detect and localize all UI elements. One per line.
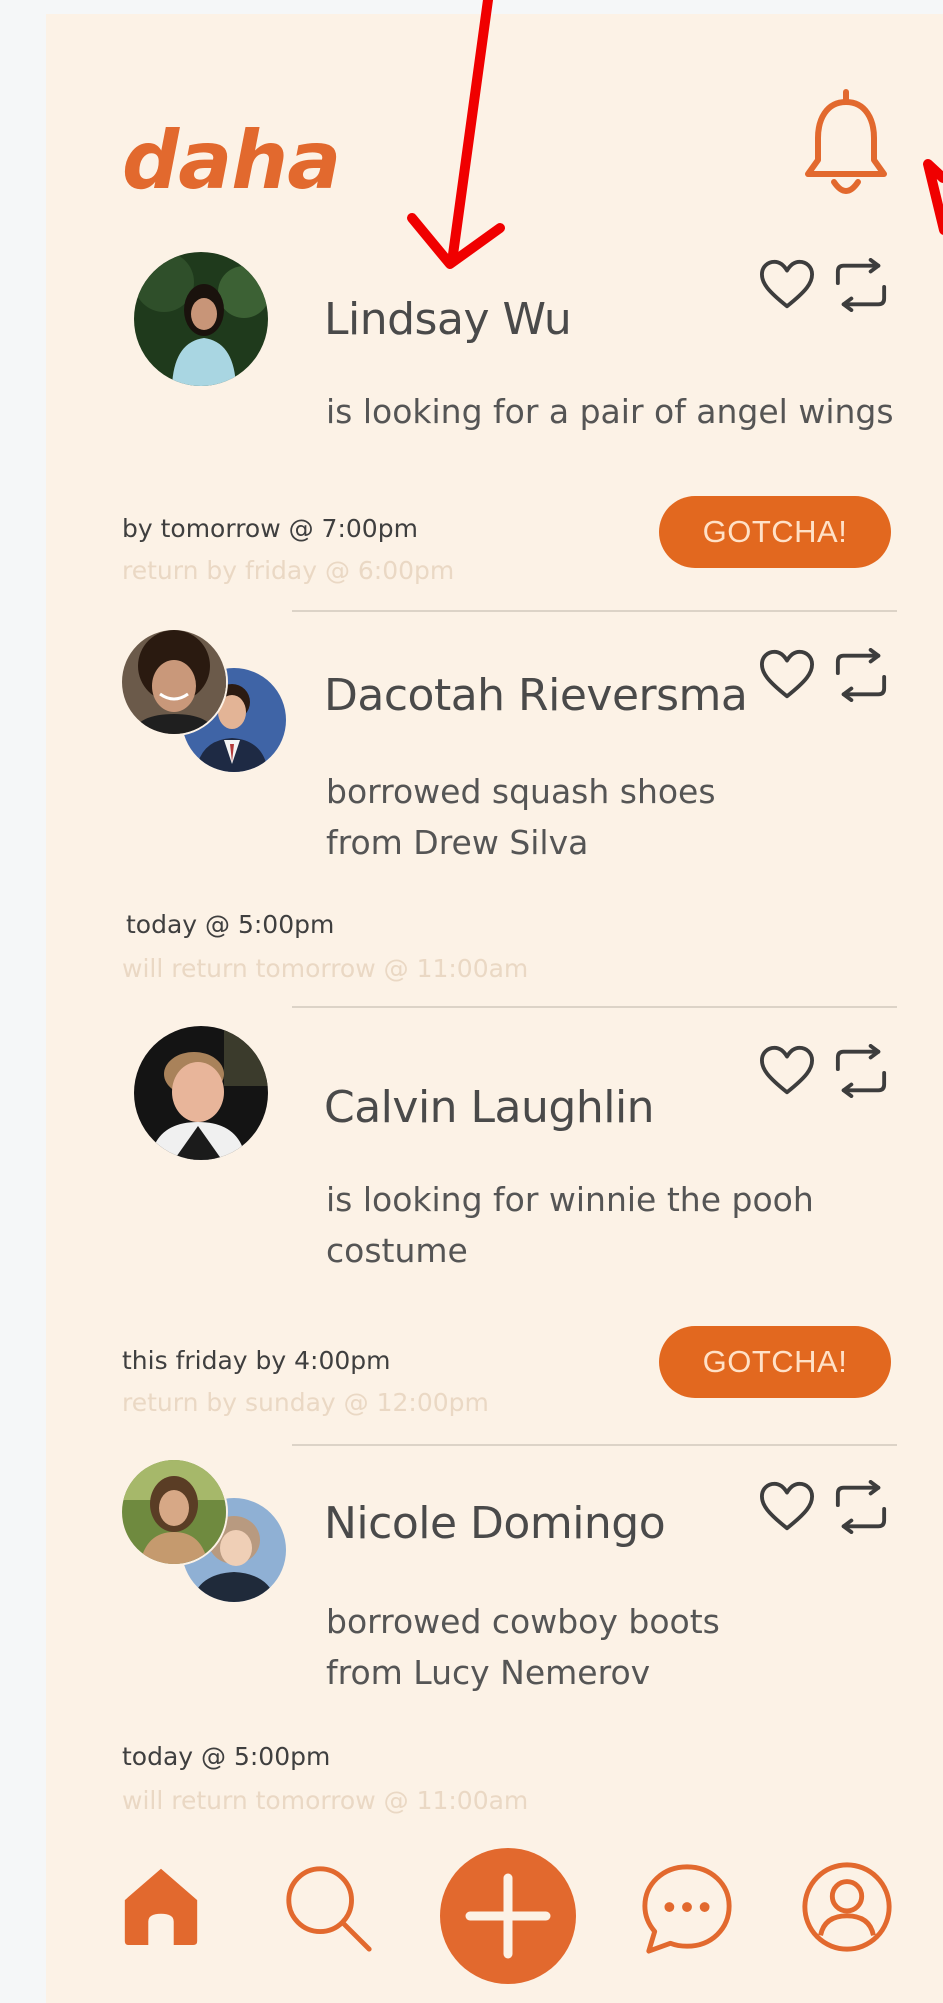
- return-time: will return tomorrow @ 11:00am: [122, 1786, 529, 1815]
- user-name[interactable]: Dacotah Rieversma: [324, 670, 748, 721]
- post-description: borrowed cowboy boots from Lucy Nemerov: [326, 1596, 926, 1698]
- gotcha-button[interactable]: GOTCHA!: [659, 1326, 891, 1398]
- avatar[interactable]: [132, 250, 270, 388]
- bottom-nav: [46, 1834, 943, 2003]
- home-icon: [124, 1868, 198, 1946]
- profile-button[interactable]: [798, 1858, 896, 1956]
- home-button[interactable]: [116, 1858, 206, 1948]
- create-post-button[interactable]: [440, 1848, 576, 1984]
- description-line: from Drew Silva: [326, 823, 589, 862]
- pickup-time: today @ 5:00pm: [122, 1742, 331, 1771]
- heart-icon[interactable]: [758, 648, 816, 702]
- description-line: borrowed cowboy boots: [326, 1602, 720, 1641]
- app-screen: daha Lindsay Wu is looking for a pair of…: [46, 14, 943, 2003]
- search-icon: [286, 1866, 372, 1952]
- divider: [292, 1444, 897, 1446]
- pickup-time: this friday by 4:00pm: [122, 1346, 391, 1375]
- repost-icon[interactable]: [832, 1480, 890, 1534]
- user-name[interactable]: Nicole Domingo: [324, 1498, 666, 1549]
- bell-icon[interactable]: [796, 88, 896, 208]
- repost-icon[interactable]: [832, 258, 890, 312]
- app-logo: daha: [122, 114, 341, 207]
- description-line: is looking for winnie the pooh: [326, 1180, 814, 1219]
- profile-icon: [802, 1862, 892, 1952]
- chat-icon: [642, 1864, 732, 1954]
- return-time: return by sunday @ 12:00pm: [122, 1388, 489, 1417]
- post-description: is looking for a pair of angel wings: [326, 392, 894, 431]
- gotcha-button[interactable]: GOTCHA!: [659, 496, 891, 568]
- divider: [292, 1006, 897, 1008]
- plus-icon: [440, 1848, 576, 1984]
- pickup-time: by tomorrow @ 7:00pm: [122, 514, 418, 543]
- repost-icon[interactable]: [832, 648, 890, 702]
- divider: [292, 610, 897, 612]
- avatar[interactable]: [132, 1024, 270, 1162]
- heart-icon[interactable]: [758, 258, 816, 312]
- repost-icon[interactable]: [832, 1044, 890, 1098]
- post-description: borrowed squash shoes from Drew Silva: [326, 766, 926, 868]
- avatar[interactable]: [120, 628, 228, 736]
- messages-button[interactable]: [638, 1860, 736, 1958]
- heart-icon[interactable]: [758, 1044, 816, 1098]
- return-time: will return tomorrow @ 11:00am: [122, 954, 529, 983]
- user-name[interactable]: Lindsay Wu: [324, 294, 572, 345]
- avatar[interactable]: [120, 1458, 228, 1566]
- user-name[interactable]: Calvin Laughlin: [324, 1082, 655, 1133]
- search-button[interactable]: [278, 1858, 378, 1958]
- description-line: from Lucy Nemerov: [326, 1653, 651, 1692]
- heart-icon[interactable]: [758, 1480, 816, 1534]
- description-line: costume: [326, 1231, 468, 1270]
- pickup-time: today @ 5:00pm: [126, 910, 335, 939]
- return-time: return by friday @ 6:00pm: [122, 556, 455, 585]
- description-line: borrowed squash shoes: [326, 772, 716, 811]
- post-description: is looking for winnie the pooh costume: [326, 1174, 926, 1276]
